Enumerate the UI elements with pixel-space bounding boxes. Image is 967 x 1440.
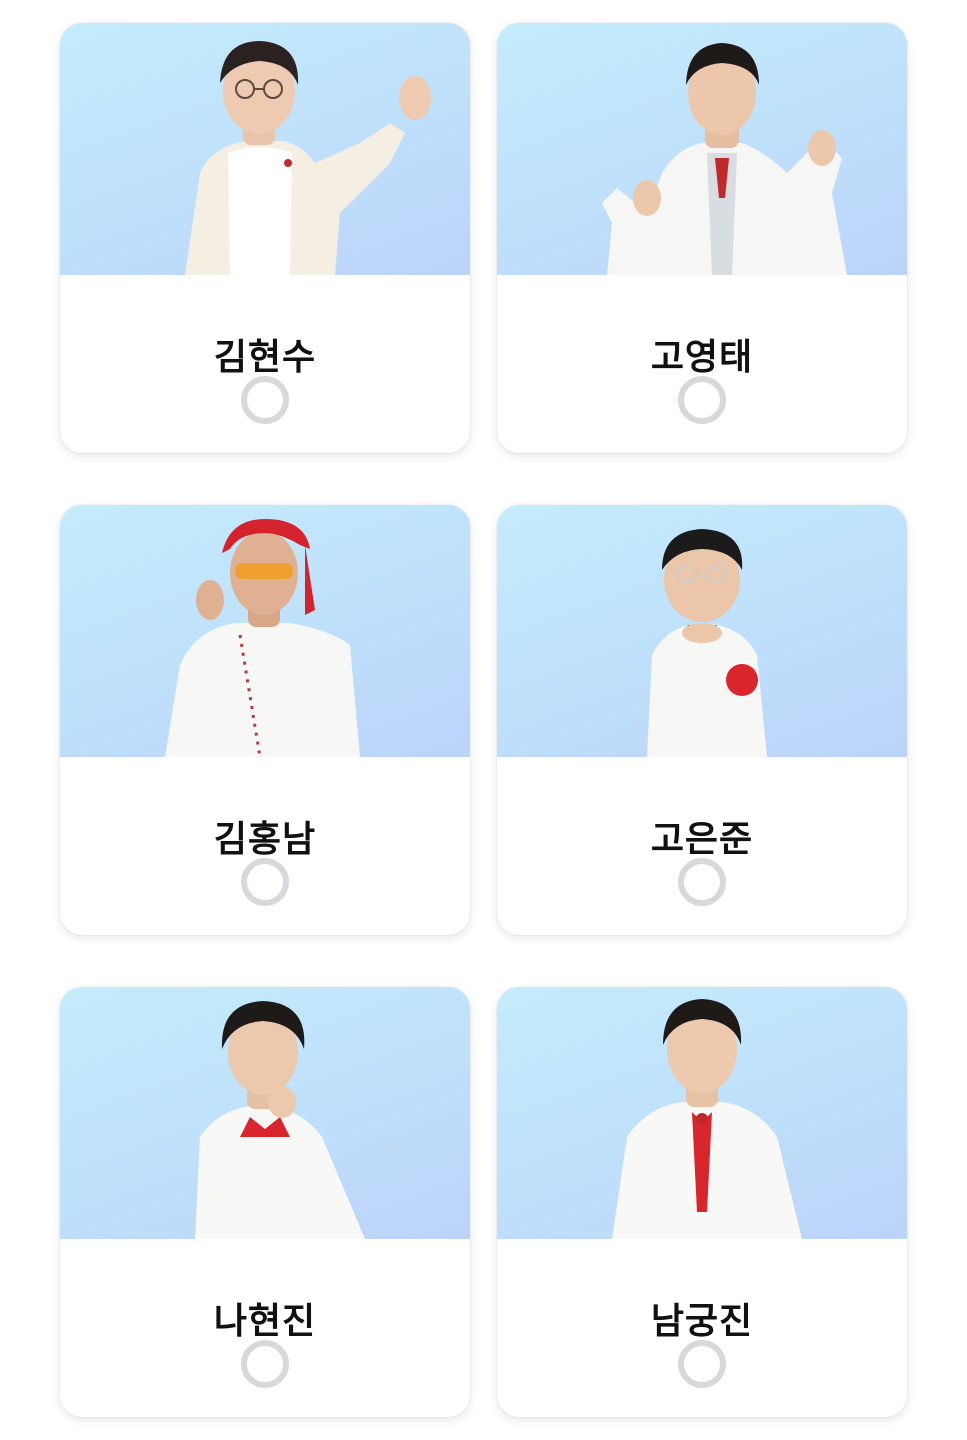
candidate-name: 김홍남: [213, 819, 317, 860]
radio-button[interactable]: [678, 376, 726, 424]
radio-button[interactable]: [241, 376, 289, 424]
candidate-name: 고영태: [650, 337, 754, 378]
candidate-name: 김현수: [213, 337, 317, 378]
candidate-photo: [497, 987, 907, 1239]
candidate-grid: 김현수 고영태 김홍남 고은준 나현진 남궁진: [0, 0, 967, 1440]
candidate-card-6[interactable]: 남궁진: [497, 987, 907, 1417]
radio-button[interactable]: [241, 1340, 289, 1388]
candidate-card-1[interactable]: 김현수: [60, 23, 470, 453]
radio-button[interactable]: [678, 858, 726, 906]
candidate-card-5[interactable]: 나현진: [60, 987, 470, 1417]
candidate-photo: [60, 505, 470, 757]
candidate-card-4[interactable]: 고은준: [497, 505, 907, 935]
candidate-name: 나현진: [213, 1301, 317, 1342]
candidate-name: 고은준: [650, 819, 754, 860]
candidate-photo: [497, 23, 907, 275]
candidate-name: 남궁진: [650, 1301, 754, 1342]
radio-button[interactable]: [241, 858, 289, 906]
candidate-photo: [60, 987, 470, 1239]
candidate-card-2[interactable]: 고영태: [497, 23, 907, 453]
radio-button[interactable]: [678, 1340, 726, 1388]
candidate-photo: [497, 505, 907, 757]
candidate-photo: [60, 23, 470, 275]
candidate-card-3[interactable]: 김홍남: [60, 505, 470, 935]
